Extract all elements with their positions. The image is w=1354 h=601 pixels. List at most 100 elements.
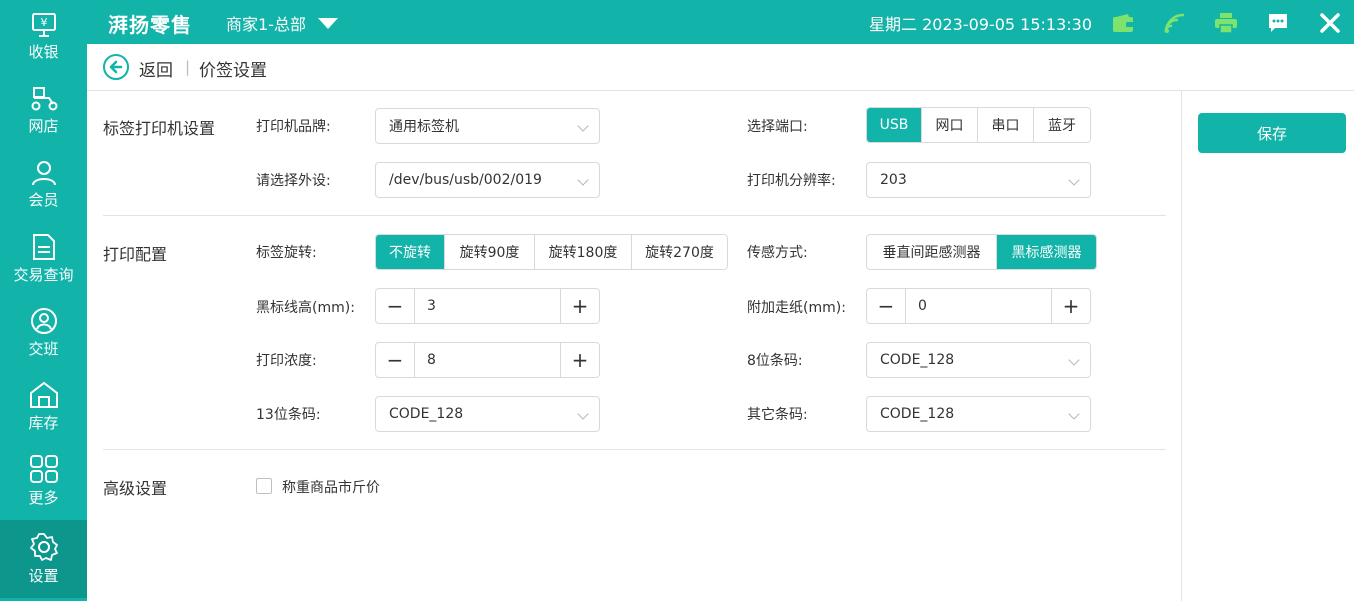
store-selector[interactable]: 商家1-总部 bbox=[226, 11, 338, 35]
rotation-option-90[interactable]: 旋转90度 bbox=[445, 235, 535, 269]
close-icon[interactable] bbox=[1317, 10, 1343, 36]
other-barcode-label: 其它条码: bbox=[747, 407, 808, 423]
sidebar-item-transactions[interactable]: 交易查询 bbox=[0, 222, 87, 296]
resolution-label: 打印机分辨率: bbox=[747, 173, 836, 189]
sidebar-item-label: 网店 bbox=[28, 117, 59, 135]
weighted-price-checkbox-label[interactable]: 称重商品市斤价 bbox=[282, 477, 380, 497]
rotation-option-180[interactable]: 旋转180度 bbox=[535, 235, 632, 269]
rotation-option-270[interactable]: 旋转270度 bbox=[632, 235, 727, 269]
chevron-down-icon bbox=[577, 120, 589, 132]
section-title-advanced: 高级设置 bbox=[103, 479, 168, 498]
black-line-height-label: 黑标线高(mm): bbox=[256, 300, 355, 316]
rotation-option-none[interactable]: 不旋转 bbox=[376, 235, 445, 269]
other-barcode-value: CODE_128 bbox=[880, 406, 955, 422]
sidebar-item-label: 设置 bbox=[28, 567, 59, 585]
chevron-down-icon bbox=[1068, 408, 1080, 420]
section-divider bbox=[103, 449, 1166, 450]
rotation-selector: 不旋转 旋转90度 旋转180度 旋转270度 bbox=[375, 234, 728, 270]
right-panel-divider bbox=[1181, 91, 1182, 601]
wifi-icon[interactable] bbox=[1162, 10, 1188, 36]
shift-handover-icon bbox=[30, 308, 57, 334]
section-title-print-config: 打印配置 bbox=[103, 245, 168, 264]
port-option-serial[interactable]: 串口 bbox=[978, 108, 1034, 142]
store-name: 商家1-总部 bbox=[226, 15, 306, 34]
sidebar-item-shift[interactable]: 交班 bbox=[0, 296, 87, 370]
printer-icon[interactable] bbox=[1213, 10, 1239, 36]
save-button[interactable]: 保存 bbox=[1198, 113, 1346, 153]
breadcrumb-separator: | bbox=[185, 58, 191, 76]
wallet-icon[interactable] bbox=[1110, 10, 1136, 36]
sidebar-item-inventory[interactable]: 库存 bbox=[0, 370, 87, 444]
sensor-selector: 垂直间距感测器 黑标感测器 bbox=[866, 234, 1097, 270]
printer-brand-select[interactable]: 通用标签机 bbox=[375, 108, 600, 144]
scooter-icon bbox=[31, 87, 57, 111]
gear-icon bbox=[29, 533, 58, 561]
device-label: 请选择外设: bbox=[256, 173, 331, 189]
black-line-height-input[interactable]: 3 bbox=[415, 289, 560, 323]
svg-text:¥: ¥ bbox=[40, 16, 47, 29]
extra-feed-input[interactable]: 0 bbox=[906, 289, 1051, 323]
back-arrow-icon[interactable] bbox=[103, 54, 129, 80]
section-title-printer: 标签打印机设置 bbox=[103, 119, 216, 138]
sidebar-item-settings[interactable]: 设置 bbox=[0, 520, 87, 598]
chevron-down-icon bbox=[577, 174, 589, 186]
extra-feed-label: 附加走纸(mm): bbox=[747, 300, 846, 316]
sidebar-item-label: 更多 bbox=[28, 489, 59, 507]
device-value: /dev/bus/usb/002/019 bbox=[389, 172, 542, 188]
user-icon bbox=[31, 161, 56, 186]
sidebar-item-label: 交易查询 bbox=[13, 266, 74, 284]
sidebar-item-cashier[interactable]: ¥ 收银 bbox=[0, 0, 87, 74]
sensor-option-black-mark[interactable]: 黑标感测器 bbox=[997, 235, 1096, 269]
sidebar-item-member[interactable]: 会员 bbox=[0, 148, 87, 222]
warehouse-icon bbox=[29, 381, 58, 408]
resolution-value: 203 bbox=[880, 172, 907, 188]
barcode8-select[interactable]: CODE_128 bbox=[866, 342, 1091, 378]
sidebar-item-label: 会员 bbox=[28, 191, 59, 209]
datetime: 星期二 2023-09-05 15:13:30 bbox=[869, 15, 1093, 34]
page-title: 价签设置 bbox=[199, 61, 267, 81]
increment-button[interactable]: + bbox=[1051, 289, 1090, 323]
other-barcode-select[interactable]: CODE_128 bbox=[866, 396, 1091, 432]
sidebar: ¥ 收银 网店 会员 交易查询 交班 库存 更多 设置 bbox=[0, 0, 87, 601]
port-option-network[interactable]: 网口 bbox=[922, 108, 978, 142]
message-icon[interactable] bbox=[1265, 10, 1291, 36]
decrement-button[interactable]: − bbox=[376, 343, 415, 377]
decrement-button[interactable]: − bbox=[376, 289, 415, 323]
barcode8-label: 8位条码: bbox=[747, 353, 803, 369]
sidebar-item-label: 交班 bbox=[28, 340, 59, 358]
cashier-monitor-icon: ¥ bbox=[31, 13, 56, 37]
barcode13-value: CODE_128 bbox=[389, 406, 464, 422]
chevron-down-icon bbox=[577, 408, 589, 420]
barcode13-select[interactable]: CODE_128 bbox=[375, 396, 600, 432]
sensor-option-gap[interactable]: 垂直间距感测器 bbox=[867, 235, 997, 269]
weighted-price-checkbox[interactable] bbox=[256, 478, 272, 494]
port-label: 选择端口: bbox=[747, 119, 808, 135]
increment-button[interactable]: + bbox=[560, 343, 599, 377]
brand-logo: 湃扬零售 bbox=[108, 13, 192, 37]
rotation-label: 标签旋转: bbox=[256, 245, 317, 261]
port-option-bluetooth[interactable]: 蓝牙 bbox=[1034, 108, 1090, 142]
sensor-label: 传感方式: bbox=[747, 245, 808, 261]
barcode8-value: CODE_128 bbox=[880, 352, 955, 368]
increment-button[interactable]: + bbox=[560, 289, 599, 323]
print-density-input[interactable]: 8 bbox=[415, 343, 560, 377]
section-divider bbox=[103, 215, 1166, 216]
caret-down-icon bbox=[317, 17, 338, 29]
barcode13-label: 13位条码: bbox=[256, 407, 321, 423]
port-selector: USB 网口 串口 蓝牙 bbox=[866, 107, 1091, 143]
chevron-down-icon bbox=[1068, 354, 1080, 366]
sidebar-item-label: 库存 bbox=[28, 414, 59, 432]
sidebar-item-more[interactable]: 更多 bbox=[0, 444, 87, 518]
device-select[interactable]: /dev/bus/usb/002/019 bbox=[375, 162, 600, 198]
decrement-button[interactable]: − bbox=[867, 289, 906, 323]
sidebar-item-online-store[interactable]: 网店 bbox=[0, 74, 87, 148]
grid-icon bbox=[29, 455, 58, 483]
document-icon bbox=[32, 234, 55, 260]
resolution-select[interactable]: 203 bbox=[866, 162, 1091, 198]
back-button[interactable]: 返回 bbox=[139, 56, 173, 81]
extra-feed-stepper: − 0 + bbox=[866, 288, 1091, 324]
printer-brand-value: 通用标签机 bbox=[389, 119, 459, 135]
port-option-usb[interactable]: USB bbox=[867, 108, 922, 142]
black-line-height-stepper: − 3 + bbox=[375, 288, 600, 324]
printer-brand-label: 打印机品牌: bbox=[256, 119, 331, 135]
